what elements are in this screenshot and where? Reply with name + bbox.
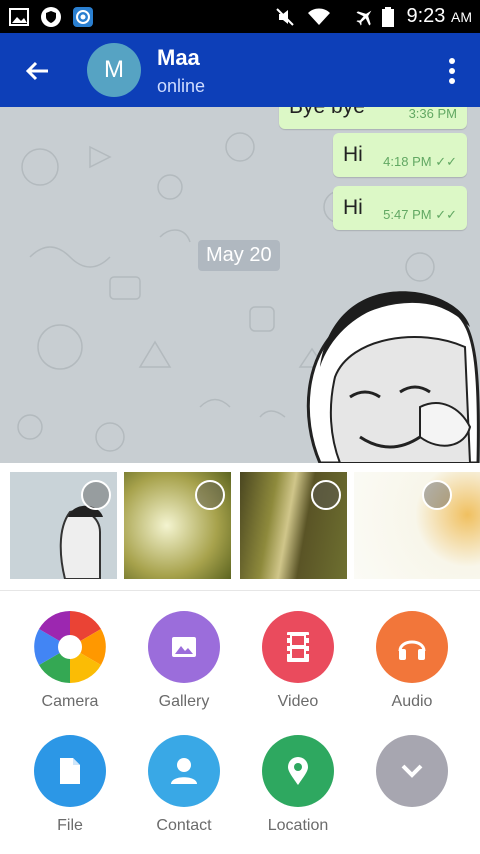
message-text: Bye bye — [289, 107, 365, 119]
location-pin-icon — [262, 735, 334, 807]
headphones-icon — [376, 611, 448, 683]
airplane-mode-icon — [356, 10, 372, 26]
contact-label: Contact — [156, 817, 212, 834]
message-bubble[interactable]: Hi 5:47 PM ✓✓ — [333, 186, 467, 230]
contact-button[interactable]: Contact — [129, 735, 239, 835]
message-bubble-partial[interactable]: Bye bye 3:36 PM — [279, 107, 467, 129]
clock: 9:23 AM — [406, 5, 473, 27]
read-ticks-icon: ✓✓ — [435, 207, 457, 222]
avatar-letter: M — [104, 56, 124, 83]
chevron-down-icon — [376, 735, 448, 807]
photo-thumbnail[interactable] — [354, 472, 480, 579]
shield-notification-icon — [41, 7, 61, 27]
video-label: Video — [277, 693, 319, 710]
status-bar: 9:23 AM — [0, 0, 480, 33]
attach-panel: Camera Gallery Video Audio File Contact — [0, 463, 480, 854]
image-notification-icon — [9, 8, 29, 26]
avatar[interactable]: M — [87, 43, 141, 97]
photo-thumbnail[interactable] — [240, 472, 347, 579]
location-button[interactable]: Location — [243, 735, 353, 835]
message-time: 4:18 PM ✓✓ — [383, 154, 457, 169]
file-button[interactable]: File — [15, 735, 125, 835]
contact-name[interactable]: Maa — [157, 45, 200, 71]
audio-button[interactable]: Audio — [357, 611, 467, 711]
camera-label: Camera — [41, 693, 99, 710]
video-button[interactable]: Video — [243, 611, 353, 711]
recent-photos-strip[interactable] — [0, 463, 480, 591]
chat-area[interactable]: Bye bye 3:36 PM Hi 4:18 PM ✓✓ Hi 5:47 PM… — [0, 107, 480, 463]
battery-icon — [382, 7, 394, 27]
file-label: File — [57, 817, 83, 834]
message-text: Hi — [343, 196, 363, 219]
message-bubble[interactable]: Hi 4:18 PM ✓✓ — [333, 133, 467, 177]
person-icon — [148, 735, 220, 807]
camera-button[interactable]: Camera — [15, 611, 125, 711]
contact-status: online — [157, 76, 206, 96]
camera-icon — [34, 611, 106, 683]
app-notification-icon — [73, 7, 93, 27]
date-divider: May 20 — [198, 240, 280, 271]
location-label: Location — [267, 817, 329, 834]
message-text: Hi — [343, 143, 363, 166]
photo-thumbnail[interactable] — [10, 472, 117, 579]
collapse-button[interactable] — [357, 735, 467, 807]
gallery-icon — [148, 611, 220, 683]
file-icon — [34, 735, 106, 807]
sticker-image[interactable] — [280, 287, 480, 463]
more-options-icon[interactable] — [444, 55, 460, 87]
gallery-button[interactable]: Gallery — [129, 611, 239, 711]
back-arrow-icon[interactable] — [22, 55, 54, 87]
wifi-icon — [308, 8, 330, 25]
chat-header: M Maa online — [0, 33, 480, 107]
select-circle[interactable] — [195, 480, 225, 510]
select-circle[interactable] — [422, 480, 452, 510]
read-ticks-icon: ✓✓ — [435, 154, 457, 169]
mute-icon — [276, 8, 294, 26]
message-time: 3:36 PM — [408, 107, 457, 121]
audio-label: Audio — [391, 693, 433, 710]
gallery-label: Gallery — [158, 693, 210, 710]
message-time: 5:47 PM ✓✓ — [383, 207, 457, 222]
select-circle[interactable] — [81, 480, 111, 510]
photo-thumbnail[interactable] — [124, 472, 231, 579]
video-icon — [262, 611, 334, 683]
select-circle[interactable] — [311, 480, 341, 510]
